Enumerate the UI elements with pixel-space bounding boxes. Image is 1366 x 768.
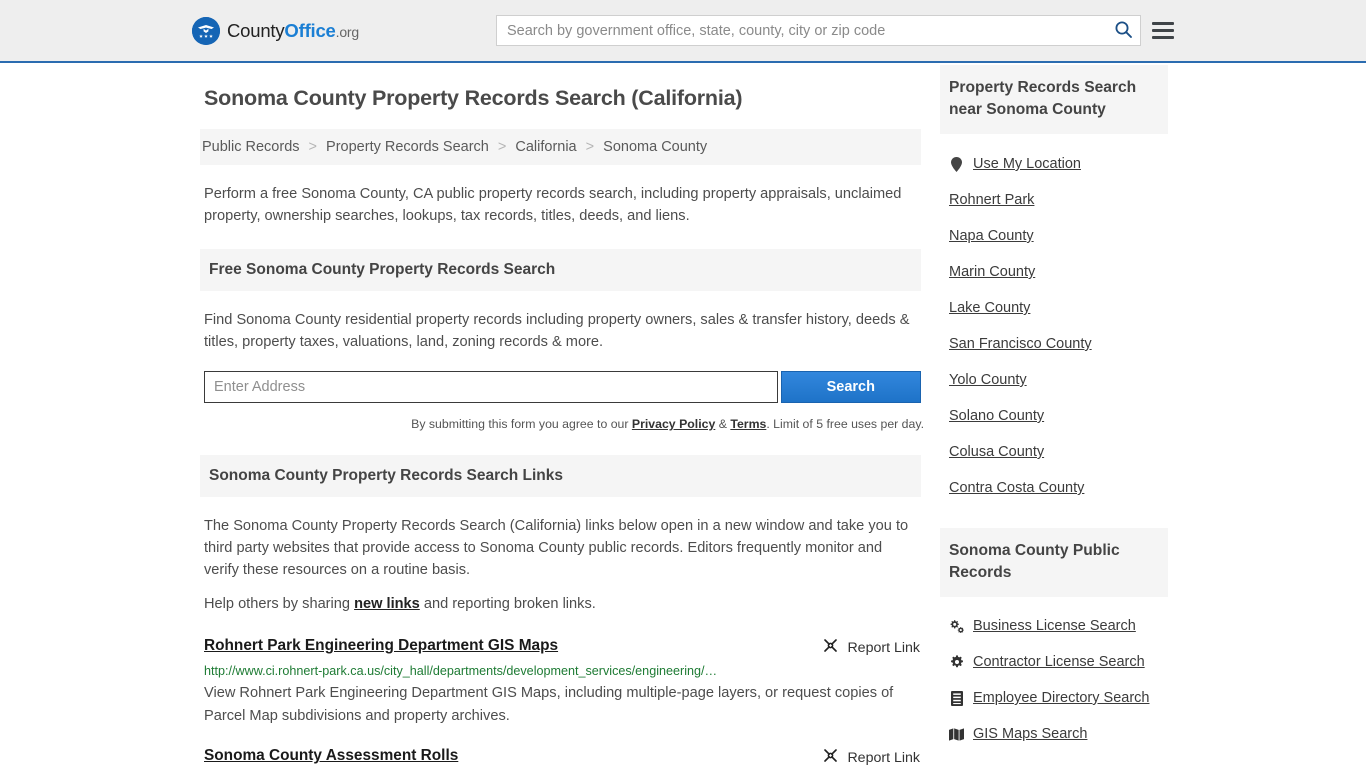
result-description: View Rohnert Park Engineering Department… <box>204 685 894 724</box>
sidebar-item-contractor-license-search[interactable]: Contractor License Search <box>940 644 1168 680</box>
sidebar-item-lake-county[interactable]: Lake County <box>940 290 1168 326</box>
sidebar-item-contra-costa-county[interactable]: Contra Costa County <box>940 470 1168 506</box>
sidebar-link[interactable]: San Francisco County <box>949 336 1092 352</box>
sidebar-item-use-my-location[interactable]: Use My Location <box>940 146 1168 182</box>
breadcrumb-item-property-records-search[interactable]: Property Records Search <box>326 139 489 155</box>
sidebar-link[interactable]: Contra Costa County <box>949 480 1084 496</box>
report-link-label: Report Link <box>847 749 920 766</box>
sidebar-link[interactable]: Lake County <box>949 300 1030 316</box>
report-link-button[interactable]: Report Link <box>822 747 921 768</box>
help-suffix: and reporting broken links. <box>419 596 596 612</box>
site-logo[interactable]: CountyOffice.org <box>192 16 359 45</box>
result-header: Sonoma County Assessment Rolls Report Li… <box>204 747 921 768</box>
intro-paragraph: Perform a free Sonoma County, CA public … <box>204 186 902 224</box>
sidebar-link[interactable]: Business License Search <box>973 618 1136 634</box>
page-body: Sonoma County Property Records Search (C… <box>0 63 1366 768</box>
sidebar-link[interactable]: Employee Directory Search <box>973 690 1150 706</box>
sidebar-item-marin-county[interactable]: Marin County <box>940 254 1168 290</box>
free-search-body: Find Sonoma County residential property … <box>204 309 924 435</box>
breadcrumb-separator: > <box>308 139 318 155</box>
logo-text-org: .org <box>335 23 360 40</box>
result-title-link[interactable]: Rohnert Park Engineering Department GIS … <box>204 637 558 655</box>
disclaimer-suffix: . Limit of 5 free uses per day. <box>766 417 924 431</box>
sidebar-link[interactable]: GIS Maps Search <box>973 726 1087 742</box>
site-header: CountyOffice.org <box>0 0 1366 63</box>
new-links-link[interactable]: new links <box>354 596 420 612</box>
breadcrumb: Public Records > Property Records Search… <box>200 129 921 165</box>
eagle-seal-icon <box>192 16 220 45</box>
sidebar-link[interactable]: Colusa County <box>949 444 1044 460</box>
links-section-paragraph: The Sonoma County Property Records Searc… <box>204 518 909 578</box>
disclaimer-amp: & <box>715 417 731 431</box>
help-prefix: Help others by sharing <box>204 596 355 612</box>
address-search-form: Search <box>204 371 921 403</box>
report-link-label: Report Link <box>847 639 920 656</box>
form-disclaimer: By submitting this form you agree to our… <box>204 413 924 435</box>
sidebar-link[interactable]: Solano County <box>949 408 1044 424</box>
sidebar: Property Records Search near Sonoma Coun… <box>940 65 1168 752</box>
sidebar-item-colusa-county[interactable]: Colusa County <box>940 434 1168 470</box>
cogs-icon <box>949 619 964 633</box>
result-item: Sonoma County Assessment Rolls Report Li… <box>204 747 921 768</box>
hamburger-bar <box>1152 29 1174 32</box>
links-section-body: The Sonoma County Property Records Searc… <box>204 515 921 615</box>
search-icon <box>1114 20 1133 42</box>
sidebar-link[interactable]: Napa County <box>949 228 1034 244</box>
report-link-button[interactable]: Report Link <box>822 637 921 658</box>
map-pin-icon <box>949 156 964 172</box>
free-search-heading: Free Sonoma County Property Records Sear… <box>200 249 921 291</box>
terms-link[interactable]: Terms <box>730 417 766 431</box>
breadcrumb-separator: > <box>497 139 507 155</box>
hamburger-menu-icon[interactable] <box>1152 22 1174 39</box>
sidebar-item-napa-county[interactable]: Napa County <box>940 218 1168 254</box>
sidebar-near-list: Use My Location Rohnert Park Napa County… <box>940 146 1168 506</box>
hamburger-bar <box>1152 22 1174 25</box>
search-input[interactable] <box>497 16 1106 45</box>
result-url: http://www.ci.rohnert-park.ca.us/city_ha… <box>204 664 718 678</box>
links-section-heading: Sonoma County Property Records Search Li… <box>200 455 921 497</box>
list-book-icon <box>949 690 964 706</box>
sidebar-item-business-license-search[interactable]: Business License Search <box>940 608 1168 644</box>
disclaimer-prefix: By submitting this form you agree to our <box>411 417 632 431</box>
hamburger-bar <box>1152 36 1174 39</box>
broken-link-icon <box>822 637 839 658</box>
logo-text-county: County <box>227 19 285 41</box>
sidebar-item-employee-directory-search[interactable]: Employee Directory Search <box>940 680 1168 716</box>
gear-icon <box>949 655 964 669</box>
logo-text-office: Office <box>284 19 336 41</box>
global-search <box>496 15 1141 46</box>
map-icon <box>949 727 964 741</box>
breadcrumb-item-public-records[interactable]: Public Records <box>202 139 300 155</box>
free-search-description: Find Sonoma County residential property … <box>204 312 910 350</box>
result-item: Rohnert Park Engineering Department GIS … <box>204 637 921 728</box>
sidebar-item-yolo-county[interactable]: Yolo County <box>940 362 1168 398</box>
sidebar-item-gis-maps-search[interactable]: GIS Maps Search <box>940 716 1168 752</box>
sidebar-item-rohnert-park[interactable]: Rohnert Park <box>940 182 1168 218</box>
sidebar-public-records-heading: Sonoma County Public Records <box>940 528 1168 597</box>
result-header: Rohnert Park Engineering Department GIS … <box>204 637 921 658</box>
sidebar-link[interactable]: Yolo County <box>949 372 1027 388</box>
privacy-policy-link[interactable]: Privacy Policy <box>632 417 715 431</box>
breadcrumb-separator: > <box>585 139 595 155</box>
address-search-button[interactable]: Search <box>780 371 921 403</box>
sidebar-near-heading: Property Records Search near Sonoma Coun… <box>940 65 1168 134</box>
sidebar-link[interactable]: Contractor License Search <box>973 654 1145 670</box>
links-section-help: Help others by sharing new links and rep… <box>204 593 921 615</box>
site-logo-text: CountyOffice.org <box>227 20 359 42</box>
sidebar-item-san-francisco-county[interactable]: San Francisco County <box>940 326 1168 362</box>
sidebar-item-solano-county[interactable]: Solano County <box>940 398 1168 434</box>
main-content: Sonoma County Property Records Search (C… <box>200 86 924 768</box>
sidebar-link[interactable]: Rohnert Park <box>949 192 1034 208</box>
result-title-link[interactable]: Sonoma County Assessment Rolls <box>204 747 458 765</box>
breadcrumb-item-sonoma-county[interactable]: Sonoma County <box>603 139 707 155</box>
sidebar-link[interactable]: Marin County <box>949 264 1035 280</box>
page-title: Sonoma County Property Records Search (C… <box>204 86 743 110</box>
sidebar-public-records-list: Business License Search Contractor Licen… <box>940 608 1168 752</box>
breadcrumb-item-california[interactable]: California <box>515 139 576 155</box>
search-submit-button[interactable] <box>1106 16 1140 45</box>
sidebar-link[interactable]: Use My Location <box>973 156 1081 172</box>
broken-link-icon <box>822 747 839 768</box>
address-input[interactable] <box>204 371 778 403</box>
